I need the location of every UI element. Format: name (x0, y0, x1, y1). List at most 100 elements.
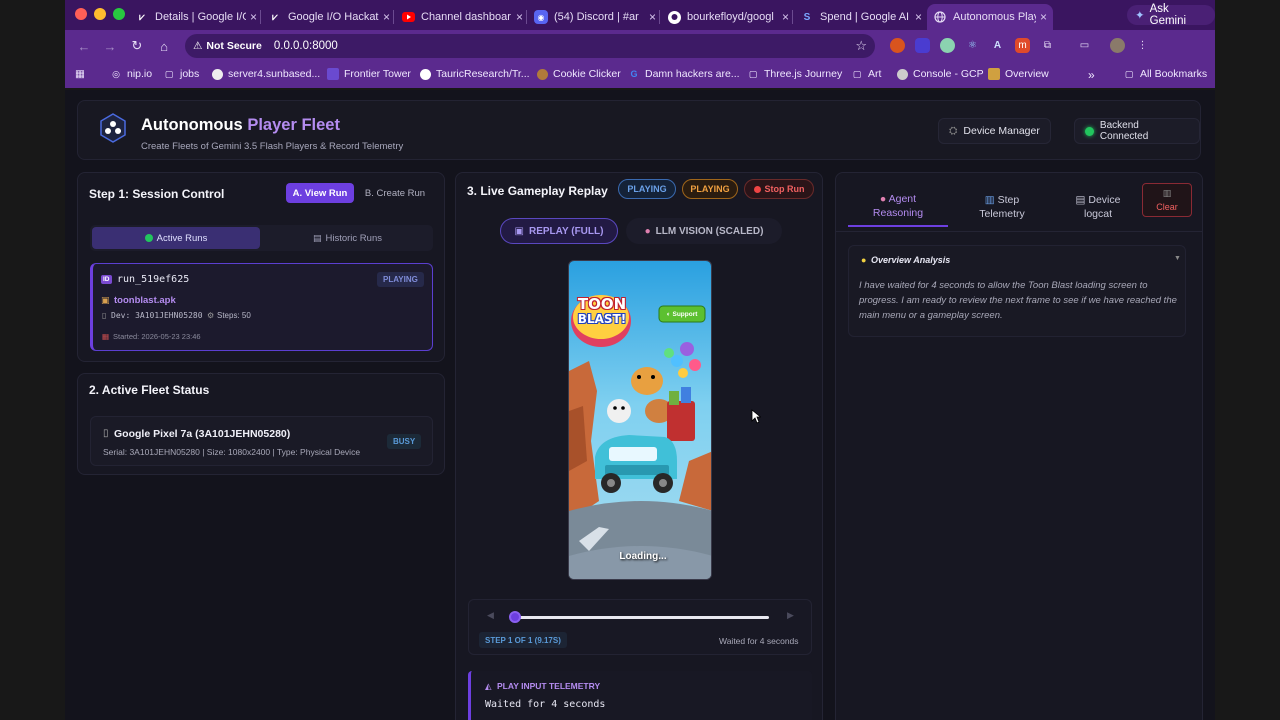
session-control-panel: Step 1: Session Control A. View Run B. C… (77, 172, 445, 362)
create-run-button[interactable]: B. Create Run (360, 183, 430, 203)
device-manager-button[interactable]: ⛭ Device Manager (938, 118, 1051, 144)
fox-extension-icon[interactable] (890, 38, 905, 53)
react-extension-icon[interactable]: ⚛ (965, 38, 980, 53)
wrench-icon: ⛭ (949, 124, 958, 137)
bookmark-item[interactable]: ▢ Art (851, 68, 882, 80)
fleet-status-title: 2. Active Fleet Status (89, 383, 210, 397)
bookmark-item[interactable]: ▢ jobs (163, 68, 200, 80)
kebab-menu-icon[interactable]: ⋮ (1135, 38, 1150, 53)
stop-run-button[interactable]: Stop Run (744, 179, 814, 199)
phone-icon: ▯ (102, 311, 107, 320)
next-step-icon[interactable]: ▶ (787, 610, 794, 621)
server-icon (212, 68, 223, 80)
bookmark-item[interactable]: G Damn hackers are... (628, 68, 739, 80)
all-bookmarks-button[interactable]: ▢ All Bookmarks (1123, 68, 1207, 80)
bookmark-item[interactable]: Cookie Clicker (537, 68, 621, 80)
browser-tab[interactable]: ⩗ Details | Google I/O × (135, 4, 257, 30)
replay-full-button[interactable]: ▣ REPLAY (FULL) (500, 218, 618, 244)
bookmark-item[interactable]: server4.sunbased... (212, 68, 320, 80)
clipboard-icon: ▤ (1075, 194, 1086, 206)
support-button[interactable]: ◐ Support (661, 309, 703, 319)
close-tab-icon[interactable]: × (1036, 10, 1047, 24)
session-control-title: Step 1: Session Control (89, 187, 225, 201)
apps-grid-icon[interactable]: ▦ (75, 68, 85, 80)
close-tab-icon[interactable]: × (645, 10, 656, 24)
replay-scrubber: ◀ ▶ STEP 1 OF 1 (9.17S) Waited for 4 sec… (468, 599, 812, 655)
package-icon: ▣ (101, 295, 110, 305)
metro-extension-icon[interactable]: m (1015, 38, 1030, 53)
minimize-window-button[interactable] (94, 8, 106, 20)
bookmarks-overflow-icon[interactable]: » (1088, 68, 1095, 82)
browser-tab-active[interactable]: Autonomous Playe × (927, 4, 1053, 30)
device-meta: Serial: 3A101JEHN05280 | Size: 1080x2400… (103, 447, 361, 457)
fleet-device-card[interactable]: ▯ Google Pixel 7a (3A101JEHN05280) Seria… (90, 416, 433, 466)
reload-icon[interactable]: ↻ (128, 37, 146, 55)
browser-tab[interactable]: S Spend | Google AI × (800, 4, 922, 30)
forward-arrow-icon[interactable]: → (101, 37, 119, 55)
tab-agent-reasoning[interactable]: ● Agent Reasoning (848, 187, 948, 227)
view-run-button[interactable]: A. View Run (286, 183, 354, 203)
play-input-telemetry: ◭ PLAY INPUT TELEMETRY Waited for 4 seco… (468, 671, 812, 720)
telemetry-text: Waited for 4 seconds (485, 699, 606, 710)
previous-step-icon[interactable]: ◀ (487, 610, 494, 621)
bookmark-item[interactable]: Frontier Tower (327, 68, 411, 80)
bookmark-item[interactable]: ▢ Three.js Journey (747, 68, 842, 80)
mouse-cursor-icon (751, 409, 761, 424)
blue-extension-icon[interactable] (915, 38, 930, 53)
analysis-title: Overview Analysis (871, 255, 951, 265)
gameplay-screenshot: TOON BLAST! ◐ Support Loading... (568, 260, 712, 580)
lightbulb-icon: ● (861, 255, 867, 265)
home-icon[interactable]: ⌂ (155, 37, 173, 55)
close-tab-icon[interactable]: × (379, 10, 390, 24)
llm-vision-button[interactable]: ● LLM VISION (SCALED) (626, 218, 782, 244)
close-tab-icon[interactable]: × (246, 10, 257, 24)
bookmark-item[interactable]: TauricResearch/Tr... (420, 68, 530, 80)
folder-icon: ▢ (164, 68, 174, 79)
not-secure-indicator[interactable]: ⚠ Not Secure (185, 40, 270, 52)
tab-step-telemetry[interactable]: ▥ Step Telemetry (952, 187, 1052, 227)
bookmark-star-icon[interactable]: ☆ (855, 38, 867, 54)
letter-a-extension-icon[interactable]: A (990, 38, 1005, 53)
address-bar[interactable]: ⚠ Not Secure 0.0.0.0:8000 ☆ (185, 34, 875, 58)
steps-icon: ⚙ (207, 311, 215, 320)
collapse-chevron-icon[interactable]: ▼ (1174, 255, 1181, 262)
ask-gemini-button[interactable]: ✦ Ask Gemini (1127, 3, 1215, 27)
bookmark-item[interactable]: Overview (988, 68, 1049, 80)
active-run-card[interactable]: ID run_519ef625 PLAYING ▣ toonblast.apk … (90, 263, 433, 351)
apk-name: toonblast.apk (114, 295, 176, 306)
browser-tab[interactable]: bourkefloyd/googl × (667, 4, 789, 30)
brain-icon: ● (644, 225, 651, 237)
browser-tab[interactable]: ⩗ Google I/O Hackat × (268, 4, 390, 30)
url-text: 0.0.0.0:8000 (273, 40, 338, 52)
page-title: Autonomous Player Fleet (141, 116, 340, 134)
close-tab-icon[interactable]: × (911, 10, 922, 24)
avatar[interactable] (1110, 38, 1125, 53)
stop-icon (753, 185, 761, 193)
close-tab-icon[interactable]: × (778, 10, 789, 24)
bookmark-item[interactable]: Console - GCP (897, 68, 984, 80)
step-status-text: Waited for 4 seconds (719, 636, 799, 646)
maximize-window-button[interactable] (113, 8, 125, 20)
browser-tab[interactable]: ◉ (54) Discord | #ar × (534, 4, 656, 30)
step-slider-thumb[interactable] (509, 611, 521, 623)
active-runs-tab[interactable]: Active Runs (92, 227, 260, 249)
overview-analysis-card: ● Overview Analysis ▼ I have waited for … (848, 245, 1186, 337)
run-status-badge: PLAYING (377, 272, 424, 287)
browser-tab[interactable]: Channel dashboar × (401, 4, 523, 30)
puzzle-icon[interactable]: ⧉ (1040, 38, 1055, 53)
bookmark-item[interactable]: ◎ nip.io (110, 68, 152, 80)
tab-device-logcat[interactable]: ▤ Device logcat (1048, 187, 1148, 227)
close-tab-icon[interactable]: × (512, 10, 523, 24)
clear-button[interactable]: ▥ Clear (1142, 183, 1192, 217)
close-window-button[interactable] (75, 8, 87, 20)
chrome-extension-icon[interactable] (940, 38, 955, 53)
historic-runs-tab[interactable]: ▤ Historic Runs (265, 227, 430, 249)
analysis-text: I have waited for 4 seconds to allow the… (859, 280, 1177, 321)
step-slider-track[interactable] (515, 616, 769, 619)
sidebar-icon[interactable]: ▭ (1077, 38, 1092, 53)
fleet-logo-icon (100, 113, 126, 143)
back-arrow-icon[interactable]: ← (75, 37, 93, 55)
github-icon (667, 10, 681, 24)
loading-text: Loading... (619, 551, 667, 562)
app-root: Autonomous Player Fleet Create Fleets of… (65, 90, 1215, 720)
